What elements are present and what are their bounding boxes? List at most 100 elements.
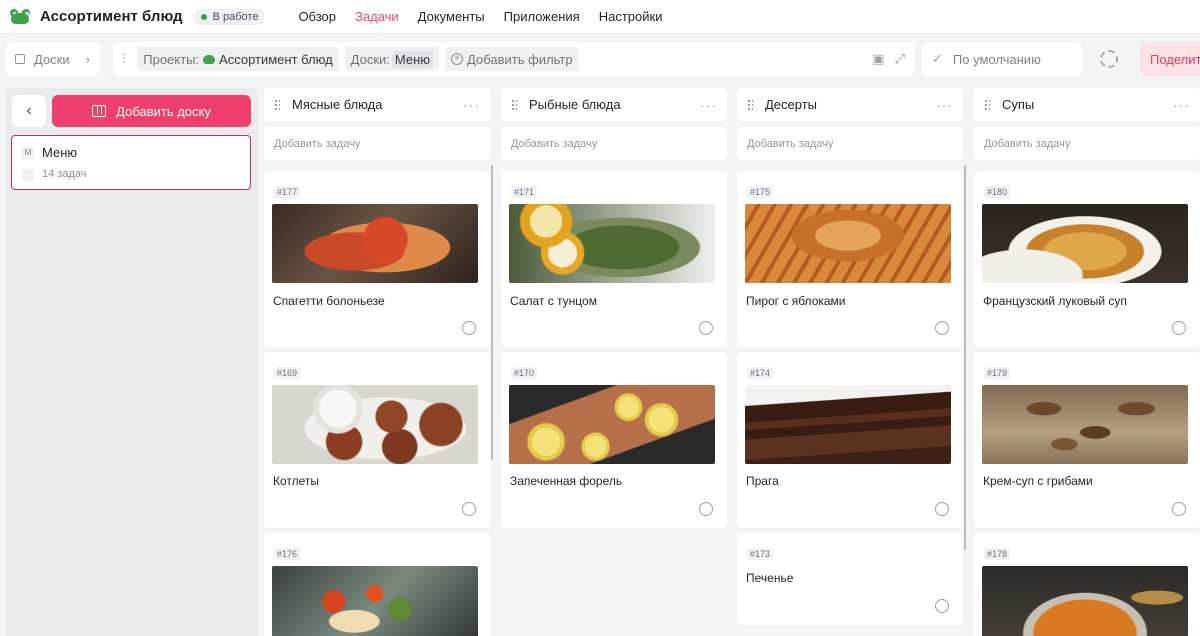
complete-checkbox[interactable] [462, 321, 476, 335]
task-card[interactable]: #175 Пирог с яблоками [737, 171, 963, 347]
project-filter-value: Ассортимент блюд [219, 51, 333, 67]
task-card[interactable]: #179 Крем-суп с грибами [974, 352, 1200, 528]
add-filter-button[interactable]: + Добавить фильтр [445, 47, 579, 71]
main-nav: Обзор Задачи Документы Приложения Настро… [298, 9, 681, 24]
task-title: Печенье [746, 571, 794, 585]
task-card[interactable]: #170 Запеченная форель [501, 352, 727, 528]
project-filter-label: Проекты: [143, 51, 200, 67]
task-image-cutlets [272, 385, 478, 464]
add-filter-label: Добавить фильтр [467, 51, 573, 67]
column-desserts: Десерты ··· Добавить задачу [737, 88, 963, 160]
task-image-apple-pie [745, 204, 951, 283]
task-card[interactable]: #176 [264, 533, 490, 636]
column-header[interactable]: Десерты ··· [737, 88, 963, 121]
complete-checkbox[interactable] [699, 321, 713, 335]
complete-checkbox[interactable] [1172, 502, 1186, 516]
chevron-left-icon: ‹ [26, 102, 32, 119]
plus-circle-icon: + [451, 53, 464, 65]
task-image-roasted-vegetables [272, 566, 478, 636]
drag-handle-icon[interactable] [984, 98, 990, 111]
nav-settings[interactable]: Настройки [599, 9, 663, 24]
task-card[interactable]: #180 Французский луковый суп [974, 171, 1200, 347]
nav-tasks[interactable]: Задачи [355, 9, 399, 24]
complete-checkbox[interactable] [1172, 321, 1186, 335]
more-options-icon[interactable]: ··· [700, 97, 717, 113]
more-options-icon[interactable]: ··· [1173, 97, 1190, 113]
task-card[interactable]: #177 Спагетти болоньезе [264, 171, 490, 347]
task-image-baked-trout [509, 385, 715, 464]
drag-handle-icon[interactable] [274, 98, 280, 111]
more-options-icon[interactable]: ··· [463, 97, 480, 113]
column-meat: Мясные блюда ··· Добавить задачу [264, 88, 490, 160]
board-settings-button[interactable] [1090, 42, 1128, 76]
top-bar: Ассортимент блюд В работе Обзор Задачи Д… [0, 0, 1200, 34]
boards-filter-chip[interactable]: Доски: Меню [344, 47, 440, 71]
board-columns-icon [92, 105, 107, 117]
filter-sliders-icon[interactable]: ⫶ [122, 51, 125, 67]
task-id: #180 [984, 186, 1011, 198]
task-card[interactable]: #174 Прага [737, 352, 963, 528]
complete-checkbox[interactable] [935, 599, 949, 613]
complete-checkbox[interactable] [699, 502, 713, 516]
task-title: Запеченная форель [510, 474, 623, 488]
share-button[interactable]: Поделит [1140, 42, 1200, 76]
board-item-menu[interactable]: М Меню 14 задач [11, 135, 251, 190]
expand-icon[interactable]: ⤢ [895, 51, 905, 67]
sort-select[interactable]: ✓ По умолчанию [922, 42, 1082, 76]
add-task-input[interactable]: Добавить задачу [501, 127, 727, 160]
project-filter-chip[interactable]: Проекты: Ассортимент блюд [137, 47, 339, 71]
task-id: #178 [984, 548, 1011, 560]
toolbar: Доски › ⫶ Проекты: Ассортимент блюд Доск… [0, 34, 1200, 84]
nav-documents[interactable]: Документы [418, 9, 485, 24]
column-scrollbar[interactable] [964, 165, 966, 550]
boards-toggle-button[interactable]: Доски › [6, 42, 100, 76]
check-icon: ✓ [932, 51, 943, 66]
task-id: #171 [511, 186, 538, 198]
column-scrollbar[interactable] [491, 165, 493, 460]
complete-checkbox[interactable] [935, 321, 949, 335]
nav-apps[interactable]: Приложения [504, 9, 580, 24]
task-id: #170 [511, 367, 538, 379]
task-image-pumpkin-soup [982, 566, 1188, 636]
board-icon [15, 54, 25, 64]
frog-logo-icon[interactable] [10, 8, 30, 25]
task-card[interactable]: #173 Печенье [737, 533, 963, 625]
column-title: Рыбные блюда [529, 97, 621, 112]
board-name: Меню [42, 145, 78, 160]
add-board-label: Добавить доску [116, 103, 211, 119]
collapse-sidebar-button[interactable]: ‹ [12, 95, 46, 127]
column-header[interactable]: Супы ··· [974, 88, 1200, 121]
column-header[interactable]: Рыбные блюда ··· [501, 88, 727, 121]
task-image-spaghetti [272, 204, 478, 283]
task-card[interactable]: #169 Котлеты [264, 352, 490, 528]
filter-bar: ⫶ Проекты: Ассортимент блюд Доски: Меню … [113, 42, 915, 76]
task-title: Пирог с яблоками [746, 294, 846, 308]
task-card[interactable]: #178 [974, 533, 1200, 636]
task-image-onion-soup [982, 204, 1188, 283]
project-title[interactable]: Ассортимент блюд [40, 8, 183, 25]
sort-value: По умолчанию [952, 51, 1041, 67]
add-board-button[interactable]: Добавить доску [52, 95, 251, 127]
status-badge[interactable]: В работе [194, 8, 265, 25]
add-task-input[interactable]: Добавить задачу [737, 127, 963, 160]
complete-checkbox[interactable] [935, 502, 949, 516]
nav-overview[interactable]: Обзор [298, 9, 336, 24]
save-icon[interactable]: ▣ [872, 51, 884, 67]
task-card[interactable]: #171 Салат с тунцом [501, 171, 727, 347]
add-task-input[interactable]: Добавить задачу [264, 127, 490, 160]
gear-icon [1100, 50, 1118, 68]
more-options-icon[interactable]: ··· [936, 97, 953, 113]
task-count-icon [22, 169, 34, 181]
task-id: #176 [274, 548, 301, 560]
complete-checkbox[interactable] [462, 502, 476, 516]
task-title: Прага [746, 474, 779, 488]
column-title: Десерты [765, 97, 818, 112]
task-title: Крем-суп с грибами [983, 474, 1093, 488]
boards-sidebar: ‹ Добавить доску М Меню 14 задач [6, 88, 258, 636]
drag-handle-icon[interactable] [511, 98, 517, 111]
chevron-right-icon: › [85, 51, 90, 67]
task-id: #179 [984, 367, 1011, 379]
drag-handle-icon[interactable] [747, 98, 753, 111]
add-task-input[interactable]: Добавить задачу [974, 127, 1200, 160]
column-header[interactable]: Мясные блюда ··· [264, 88, 490, 121]
